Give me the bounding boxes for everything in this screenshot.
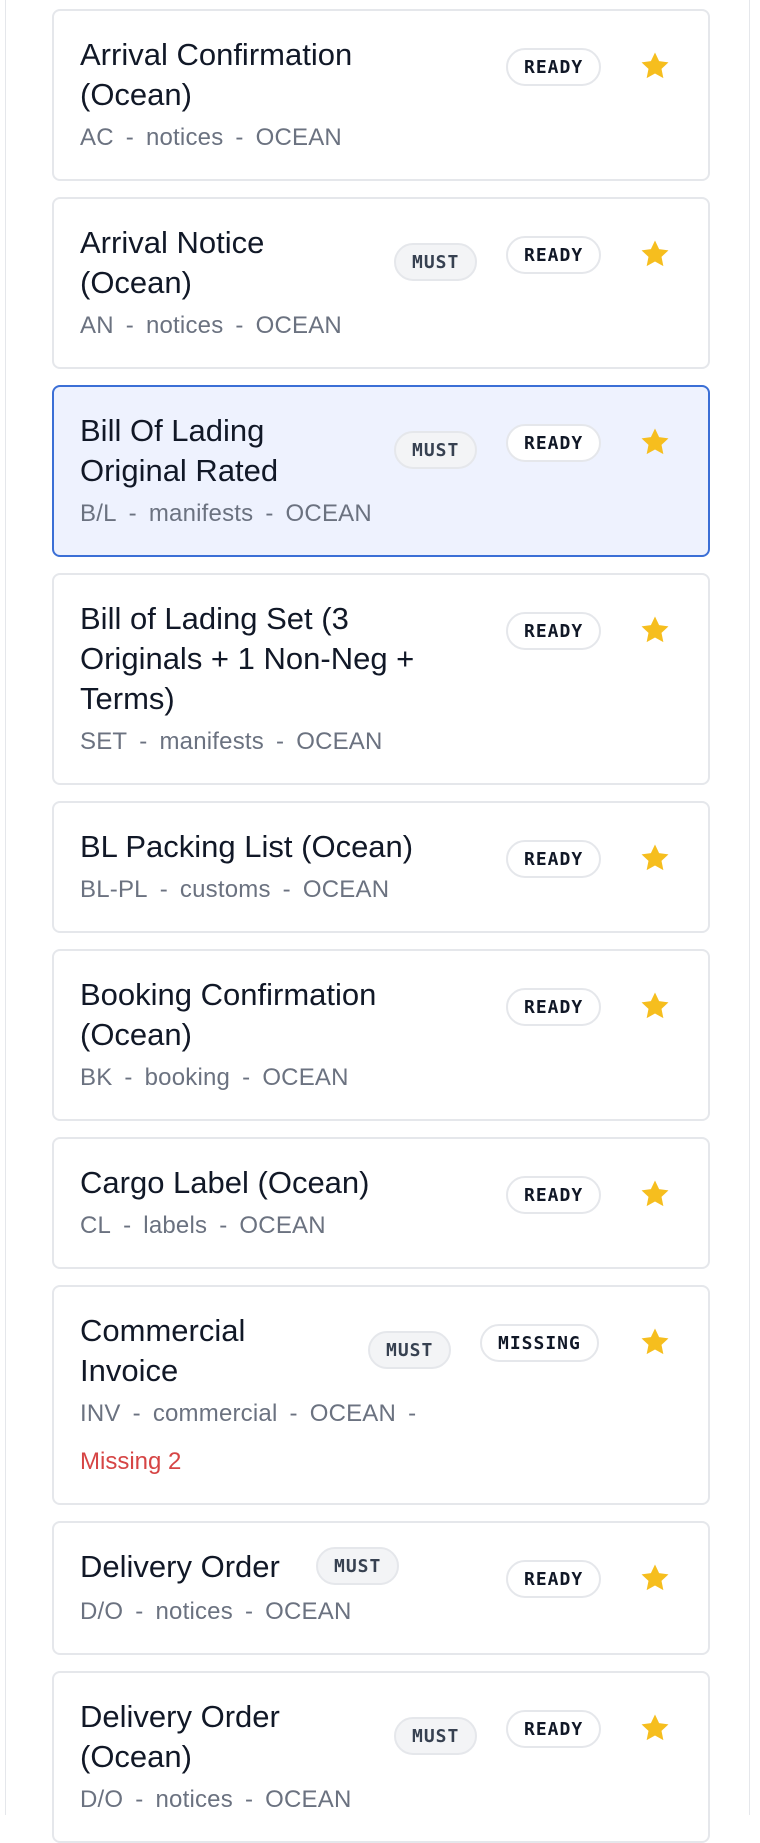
status-badge: READY [506, 988, 602, 1026]
document-card-delivery-order[interactable]: Delivery Order D/O - notices - OCEAN MUST RE… [52, 1521, 710, 1655]
status-badge: READY [506, 1710, 602, 1748]
document-category: notices [145, 312, 224, 339]
document-category: customs [179, 876, 271, 903]
star-icon[interactable] [638, 1325, 672, 1359]
document-title: Bill Of Lading Original Rated [80, 413, 279, 488]
star-icon[interactable] [638, 613, 672, 647]
star-icon[interactable] [638, 237, 672, 271]
document-meta: BL-PL - customs - OCEAN [80, 876, 390, 903]
document-code: D/O [80, 1598, 124, 1625]
must-badge: MUST [316, 1547, 400, 1585]
document-code: AC [80, 124, 114, 151]
status-badge: READY [506, 612, 602, 650]
missing-count-note: Missing 2 [80, 1448, 182, 1475]
star-icon[interactable] [638, 1177, 672, 1211]
document-code: AN [80, 312, 114, 339]
status-badge: READY [506, 236, 602, 274]
document-category: notices [155, 1598, 233, 1625]
document-category: labels [143, 1212, 208, 1239]
document-code: D/O [80, 1786, 124, 1813]
document-title: Delivery Order [80, 1549, 280, 1584]
document-mode: OCEAN [239, 1212, 326, 1239]
document-title: Cargo Label (Ocean) [80, 1165, 370, 1200]
document-title: Booking Confirmation (Ocean) [80, 977, 377, 1052]
document-title: Arrival Confirmation (Ocean) [80, 37, 353, 112]
document-mode: OCEAN [302, 876, 390, 903]
document-mode: OCEAN [262, 1064, 349, 1091]
document-code: BK [80, 1064, 113, 1091]
document-card-arrival-notice-ocean[interactable]: Arrival Notice (Ocean) AN - notices - OCEAN … [52, 197, 710, 369]
document-category: manifests [148, 500, 254, 527]
document-category: commercial [152, 1400, 278, 1427]
document-category: booking [144, 1064, 231, 1091]
document-code: SET [80, 728, 128, 755]
document-title: BL Packing List (Ocean) [80, 829, 414, 864]
must-badge: MUST [394, 243, 478, 281]
status-badge: READY [506, 48, 602, 86]
document-meta: INV - commercial - OCEAN - [80, 1400, 417, 1427]
document-card-arrival-confirmation-ocean[interactable]: Arrival Confirmation (Ocean) AC - notices -… [52, 9, 710, 181]
document-code: CL [80, 1212, 112, 1239]
document-category: notices [155, 1786, 233, 1813]
status-badge: MISSING [480, 1324, 599, 1362]
document-code: INV [80, 1400, 121, 1427]
document-meta: AC - notices - OCEAN [80, 124, 342, 151]
document-card-bill-of-lading-original-rated[interactable]: Bill Of Lading Original Rated B/L - manife… [52, 385, 710, 557]
star-icon[interactable] [638, 425, 672, 459]
document-code: B/L [80, 500, 117, 527]
document-meta: D/O - notices - OCEAN [80, 1598, 352, 1625]
document-mode: OCEAN [285, 500, 372, 527]
status-badge: READY [506, 424, 602, 462]
document-list-panel: Arrival Confirmation (Ocean) AC - notices -… [5, 0, 750, 1843]
document-mode: OCEAN [265, 1598, 352, 1625]
document-category: manifests [159, 728, 264, 755]
status-badge: READY [506, 1176, 602, 1214]
must-badge: MUST [394, 1717, 478, 1755]
document-mode: OCEAN [255, 124, 342, 151]
document-title: Delivery Order (Ocean) [80, 1699, 280, 1774]
document-meta: CL - labels - OCEAN [80, 1212, 326, 1239]
document-title: Bill of Lading Set (3 Originals + 1 Non-… [80, 601, 415, 716]
document-card-booking-confirmation-ocean[interactable]: Booking Confirmation (Ocean) BK - booking -… [52, 949, 710, 1121]
document-mode: OCEAN [265, 1786, 352, 1813]
star-icon[interactable] [638, 841, 672, 875]
document-card-bill-of-lading-set[interactable]: Bill of Lading Set (3 Originals + 1 Non-… [52, 573, 710, 785]
must-badge: MUST [368, 1331, 452, 1369]
document-meta: SET - manifests - OCEAN [80, 728, 383, 755]
document-mode: OCEAN [296, 728, 383, 755]
star-icon[interactable] [638, 1711, 672, 1745]
document-meta: AN - notices - OCEAN [80, 312, 342, 339]
status-badge: READY [506, 1560, 602, 1598]
document-title: Commercial Invoice [80, 1313, 246, 1388]
star-icon[interactable] [638, 1561, 672, 1595]
must-badge: MUST [394, 431, 478, 469]
status-badge: READY [506, 840, 602, 878]
document-card-commercial-invoice[interactable]: Commercial Invoice INV - commercial - OCEAN -… [52, 1285, 710, 1505]
document-code: BL-PL [80, 876, 148, 903]
document-card-bl-packing-list-ocean[interactable]: BL Packing List (Ocean) BL-PL - customs - OC… [52, 801, 710, 933]
document-mode: OCEAN [255, 312, 342, 339]
document-meta: BK - booking - OCEAN [80, 1064, 349, 1091]
star-icon[interactable] [638, 989, 672, 1023]
document-title: Arrival Notice (Ocean) [80, 225, 265, 300]
document-mode: OCEAN [309, 1400, 397, 1427]
document-card-delivery-order-ocean[interactable]: Delivery Order (Ocean) D/O - notices - OCEAN… [52, 1671, 710, 1843]
document-meta: D/O - notices - OCEAN [80, 1786, 352, 1813]
document-category: notices [145, 124, 224, 151]
document-meta: B/L - manifests - OCEAN [80, 500, 372, 527]
document-card-cargo-label-ocean[interactable]: Cargo Label (Ocean) CL - labels - OCEAN READ… [52, 1137, 710, 1269]
star-icon[interactable] [638, 49, 672, 83]
